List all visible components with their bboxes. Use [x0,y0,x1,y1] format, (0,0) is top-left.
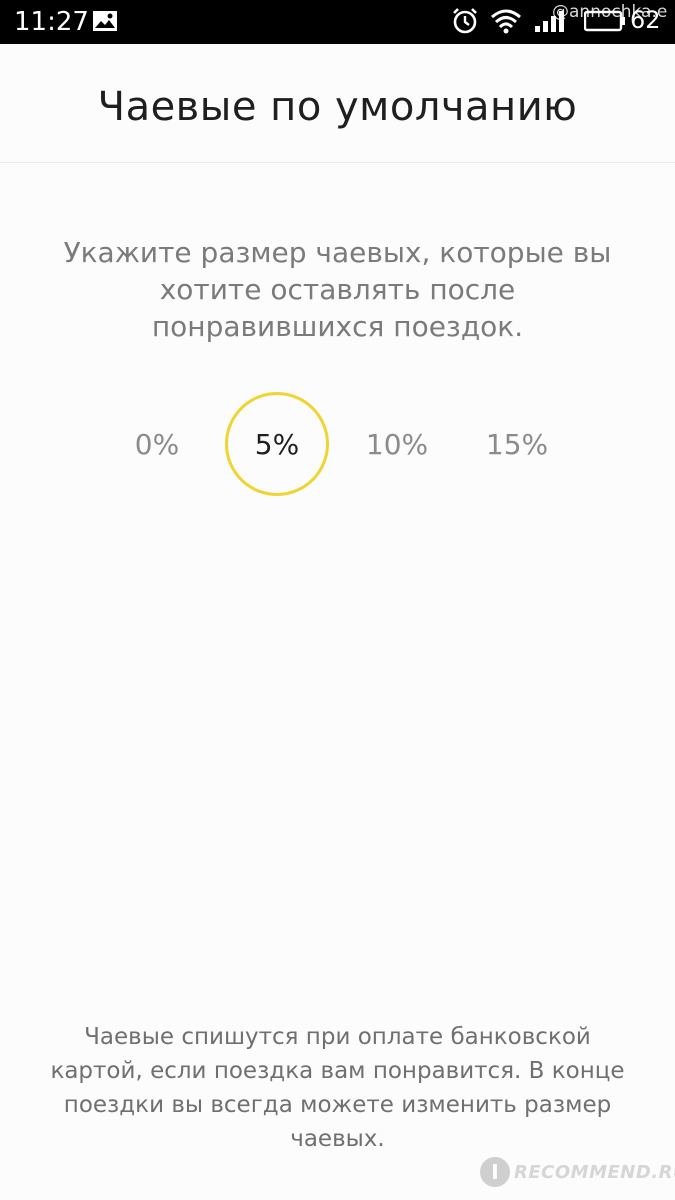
image-icon [93,11,117,31]
status-time: 11:27 [14,7,89,37]
wifi-icon [491,9,521,34]
recommend-logo-icon: I [480,1157,510,1187]
page-title: Чаевые по умолчанию [97,84,578,130]
signal-icon [535,11,564,32]
header: Чаевые по умолчанию [0,44,675,163]
recommend-watermark-text: RECOMMEND.RU [514,1161,675,1183]
alarm-icon [453,8,477,34]
status-bar: 11:27 @annochka.e 62 [0,0,675,44]
recommend-watermark: I RECOMMEND.RU [480,1154,675,1190]
battery-level: 62 [630,6,661,34]
tip-option-0[interactable]: 0% [105,392,209,496]
footer-note: Чаевые спишутся при оплате банковской ка… [50,1024,625,1152]
tip-option-10[interactable]: 10% [345,392,449,496]
battery-icon [584,10,625,32]
tip-option-15[interactable]: 15% [465,392,569,496]
instruction-text: Укажите размер чаевых, которые вы хотите… [63,236,612,343]
tip-option-5-selected[interactable]: 5% [225,392,329,496]
